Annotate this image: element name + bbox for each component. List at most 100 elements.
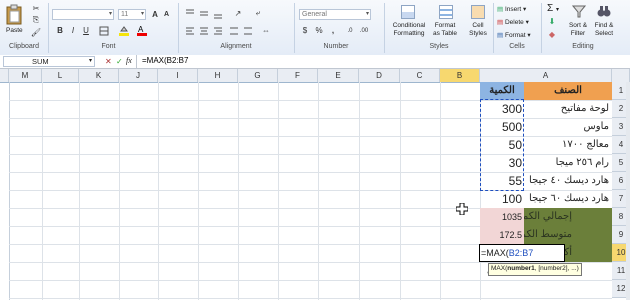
separator: [294, 3, 295, 53]
column-header-b[interactable]: B: [440, 69, 480, 82]
edit-formula-ref: B2:B7: [508, 248, 534, 258]
column-header-m[interactable]: M: [9, 69, 42, 82]
conditional-formatting-icon[interactable]: [400, 4, 416, 20]
clipboard-icon: [6, 4, 22, 25]
select-all-corner[interactable]: [612, 69, 630, 82]
column-header-f[interactable]: F: [278, 69, 318, 82]
cell-b9[interactable]: 172.5: [480, 226, 524, 244]
number-format-combo[interactable]: General ▾: [299, 9, 371, 20]
autosum-button[interactable]: Σ ▾: [547, 3, 559, 14]
cell-styles-button[interactable]: Cell Styles: [465, 22, 491, 38]
separator: [48, 3, 49, 53]
column-header-e[interactable]: E: [318, 69, 359, 82]
insert-function-button[interactable]: fx: [126, 56, 132, 65]
merge-center-icon[interactable]: ⇔: [258, 25, 274, 36]
bold-button[interactable]: B: [55, 25, 65, 36]
sort-filter-icon[interactable]: [572, 4, 586, 18]
cell-styles-label-1: Cell: [472, 22, 484, 29]
column-header-j[interactable]: J: [119, 69, 158, 82]
cell-a1[interactable]: الصنف: [524, 82, 612, 100]
autosum-icon: Σ: [547, 3, 554, 14]
borders-icon[interactable]: [98, 25, 110, 36]
column-headers: M L K J I H G F E D C B A: [0, 69, 630, 83]
delete-button[interactable]: ▤ Delete ▾: [497, 18, 529, 26]
orientation-icon[interactable]: ↗: [232, 7, 244, 19]
cut-icon[interactable]: ✂: [30, 3, 42, 13]
decrease-decimal-icon[interactable]: .00: [358, 25, 370, 36]
currency-button[interactable]: $: [300, 25, 310, 36]
cell-styles-icon[interactable]: [470, 4, 486, 20]
sort-filter-button[interactable]: Sort & Filter: [565, 22, 591, 38]
delete-icon: ▤: [497, 19, 504, 26]
edit-formula-prefix: =MAX(: [481, 248, 509, 258]
find-select-label-1: Find &: [594, 22, 614, 29]
paste-button[interactable]: [3, 3, 25, 27]
tooltip-arg1: number1: [507, 265, 535, 272]
cell-b1[interactable]: الكمية: [480, 82, 524, 100]
percent-button[interactable]: %: [314, 25, 324, 36]
tooltip-rest: , [number2], ...): [534, 265, 579, 272]
sort-filter-label-2: Filter: [570, 30, 586, 37]
cell-b8[interactable]: 1035: [480, 208, 524, 226]
name-box[interactable]: SUM ▾: [3, 56, 95, 67]
enter-button[interactable]: ✓: [116, 57, 123, 66]
cancel-button[interactable]: ✕: [105, 57, 112, 66]
copy-icon[interactable]: ⎘: [30, 15, 42, 25]
name-box-value: SUM: [32, 57, 49, 66]
align-top-icon[interactable]: [186, 8, 256, 22]
clear-icon[interactable]: ◆: [547, 30, 557, 39]
column-header-d[interactable]: D: [359, 69, 400, 82]
insert-icon: ▤: [497, 6, 504, 13]
column-header-h[interactable]: H: [198, 69, 238, 82]
column-header-a[interactable]: A: [480, 69, 612, 82]
sort-filter-label-1: Sort &: [568, 22, 588, 29]
formula-input[interactable]: =MAX(B2:B7: [142, 56, 188, 65]
column-header-l[interactable]: L: [42, 69, 79, 82]
active-edit-cell-b10[interactable]: =MAX(B2:B7: [479, 244, 565, 262]
column-header-c[interactable]: C: [400, 69, 440, 82]
font-size-value: 11: [121, 11, 129, 18]
fill-icon[interactable]: ⬇: [547, 17, 557, 26]
conditional-formatting-label-1: Conditional: [392, 22, 426, 29]
function-tooltip[interactable]: MAX(number1, [number2], ...): [488, 263, 582, 276]
tooltip-function: MAX(: [491, 265, 508, 272]
increase-decimal-icon[interactable]: .0: [344, 25, 356, 36]
format-as-table-button[interactable]: Format as Table: [430, 22, 460, 38]
format-as-table-label-1: Format: [434, 22, 456, 29]
cells-group-label: Cells: [509, 43, 525, 50]
cell-b7[interactable]: 100: [480, 190, 524, 208]
delete-label: Delete: [504, 19, 524, 26]
fill-color-icon[interactable]: [118, 25, 130, 36]
wrap-text-icon[interactable]: ⤶: [252, 7, 264, 19]
insert-button[interactable]: ▤ Insert ▾: [497, 5, 526, 13]
alignment-group-label: Alignment: [220, 43, 252, 50]
paste-label: Paste: [6, 27, 23, 34]
italic-button[interactable]: I: [68, 25, 78, 36]
range-selection-b2-b7: [480, 99, 524, 191]
column-header-k[interactable]: K: [79, 69, 119, 82]
binoculars-icon[interactable]: [597, 4, 611, 18]
find-select-button[interactable]: Find & Select: [590, 22, 618, 38]
format-painter-icon[interactable]: 🖌: [30, 27, 42, 37]
vertical-scrollbar[interactable]: [626, 82, 630, 300]
svg-text:A: A: [138, 25, 144, 34]
conditional-formatting-button[interactable]: Conditional Formatting: [389, 22, 429, 38]
cell-cursor-icon: [455, 202, 469, 217]
column-header-g[interactable]: G: [238, 69, 278, 82]
column-header-i[interactable]: I: [158, 69, 198, 82]
clipboard-group-label: Clipboard: [9, 43, 39, 50]
font-color-icon[interactable]: A: [136, 25, 148, 36]
format-button[interactable]: ▤ Format ▾: [497, 31, 531, 39]
underline-button[interactable]: U: [81, 25, 91, 36]
grow-font-button[interactable]: A: [150, 8, 160, 20]
format-as-table-icon[interactable]: [438, 4, 454, 20]
align-left-icon[interactable]: [186, 26, 256, 38]
font-size-combo[interactable]: 11 ▾: [118, 9, 146, 20]
styles-group-label: Styles: [429, 43, 449, 50]
shrink-font-button[interactable]: A: [162, 9, 171, 20]
font-name-combo[interactable]: ▾: [52, 9, 114, 20]
number-format-value: General: [302, 11, 327, 18]
comma-button[interactable]: ,: [328, 25, 338, 36]
font-group-label: Font: [101, 43, 116, 50]
format-label: Format: [504, 32, 526, 39]
